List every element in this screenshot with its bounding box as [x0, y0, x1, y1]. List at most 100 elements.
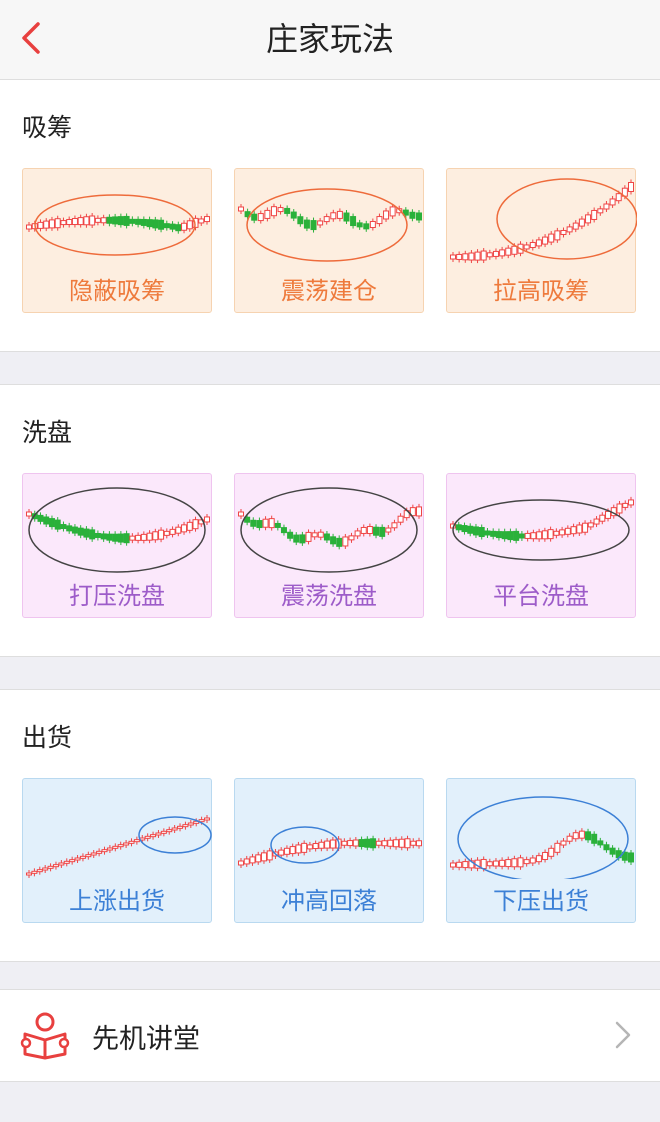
candle-body [609, 847, 616, 855]
candle-body [90, 852, 97, 856]
candle-body [542, 236, 549, 245]
pattern-card-press-down-distribution[interactable]: 下压出货 [446, 778, 636, 923]
pattern-card-pull-up-accumulation[interactable]: 拉高吸筹 [446, 168, 637, 313]
candle-body [393, 839, 400, 848]
candle-body [587, 522, 594, 528]
candle-body [100, 533, 107, 540]
candle-body [505, 859, 512, 868]
candle-body [255, 854, 262, 863]
pattern-card-suppress-washout[interactable]: 打压洗盘 [22, 473, 212, 618]
candle-body [66, 525, 73, 532]
candle-body [94, 217, 101, 223]
candle-body [542, 851, 549, 860]
candle-body [363, 223, 370, 230]
candle-body [379, 526, 386, 537]
candle-body [591, 833, 598, 844]
candle-body [318, 841, 325, 849]
candle-body [100, 217, 107, 224]
candle-body [26, 224, 32, 230]
candle-body [250, 519, 257, 527]
candle-body [535, 855, 542, 863]
lecture-row[interactable]: 先机讲堂 [0, 989, 660, 1082]
candle-body [123, 842, 130, 846]
section-title: 吸筹 [22, 113, 73, 142]
candle-body [397, 515, 404, 523]
candle-body [628, 182, 634, 192]
candle-body [599, 514, 606, 522]
candle-body [117, 844, 124, 848]
candle-body [290, 211, 297, 219]
candle-body [60, 524, 67, 530]
candle-body [158, 219, 165, 230]
section-title: 洗盘 [22, 418, 73, 447]
candlestick-thumbnail [26, 815, 212, 878]
candle-body [287, 531, 294, 539]
candle-body [410, 840, 417, 846]
candle-body [341, 840, 348, 846]
pattern-card-hidden-accumulation[interactable]: 隐蔽吸筹 [22, 168, 212, 313]
candle-body [129, 218, 136, 224]
candle-body [480, 858, 487, 869]
candle-body [547, 529, 554, 540]
candle-body [204, 817, 210, 821]
candle-body [535, 239, 542, 247]
candle-body [585, 214, 592, 224]
candle-body [462, 253, 469, 261]
candle-body [513, 530, 520, 541]
candle-body [163, 223, 170, 229]
pattern-card-platform-washout[interactable]: 平台洗盘 [446, 473, 636, 618]
candle-body [146, 219, 153, 228]
candle-body [523, 859, 530, 865]
candle-body [163, 530, 170, 536]
candle-body [572, 832, 579, 840]
candle-body [616, 503, 623, 514]
candle-body [192, 519, 199, 530]
candle-body [268, 518, 275, 529]
candle-body [329, 839, 336, 849]
candle-body [511, 245, 518, 255]
candle-body [187, 822, 194, 826]
candle-body [317, 531, 324, 538]
candle-body [123, 533, 130, 544]
candlestick-thumbnail [450, 496, 634, 561]
candle-body [456, 253, 463, 260]
candle-body [43, 516, 50, 525]
candle-body [238, 206, 244, 212]
candle-body [560, 229, 567, 235]
candle-body [511, 858, 518, 868]
candle-body [474, 251, 481, 261]
candle-body [559, 529, 566, 536]
candle-body [166, 829, 173, 833]
candle-body [370, 838, 377, 849]
candle-body [398, 838, 405, 848]
candle-body [383, 210, 390, 220]
candle-body [416, 506, 422, 517]
candle-body [54, 218, 61, 229]
candle-body [585, 831, 592, 841]
candle-body [628, 852, 634, 863]
pattern-card-spike-and-fall[interactable]: 冲高回落 [234, 778, 424, 923]
candle-body [175, 224, 182, 232]
candle-body [330, 212, 337, 220]
candle-body [63, 860, 70, 864]
candle-body [364, 838, 371, 848]
candle-body [499, 249, 506, 257]
candle-body [530, 532, 537, 540]
candle-body [37, 514, 44, 522]
candle-body [175, 526, 182, 534]
candle-body [505, 247, 512, 256]
candle-body [507, 531, 514, 541]
candle-body [133, 839, 140, 843]
candle-body [389, 206, 396, 217]
candle-body [257, 213, 264, 222]
candlestick-thumbnail [238, 826, 422, 868]
candle-body [297, 216, 304, 225]
pattern-card-oscillation-washout[interactable]: 震荡洗盘 [234, 473, 424, 618]
candle-body [152, 219, 159, 229]
pattern-card-rising-distribution[interactable]: 上涨出货 [22, 778, 212, 923]
candle-body [356, 222, 363, 228]
pattern-card-oscillation-build[interactable]: 震荡建仓 [234, 168, 424, 313]
section-title: 出货 [22, 723, 73, 752]
candle-body [135, 534, 142, 541]
candle-body [478, 527, 485, 538]
